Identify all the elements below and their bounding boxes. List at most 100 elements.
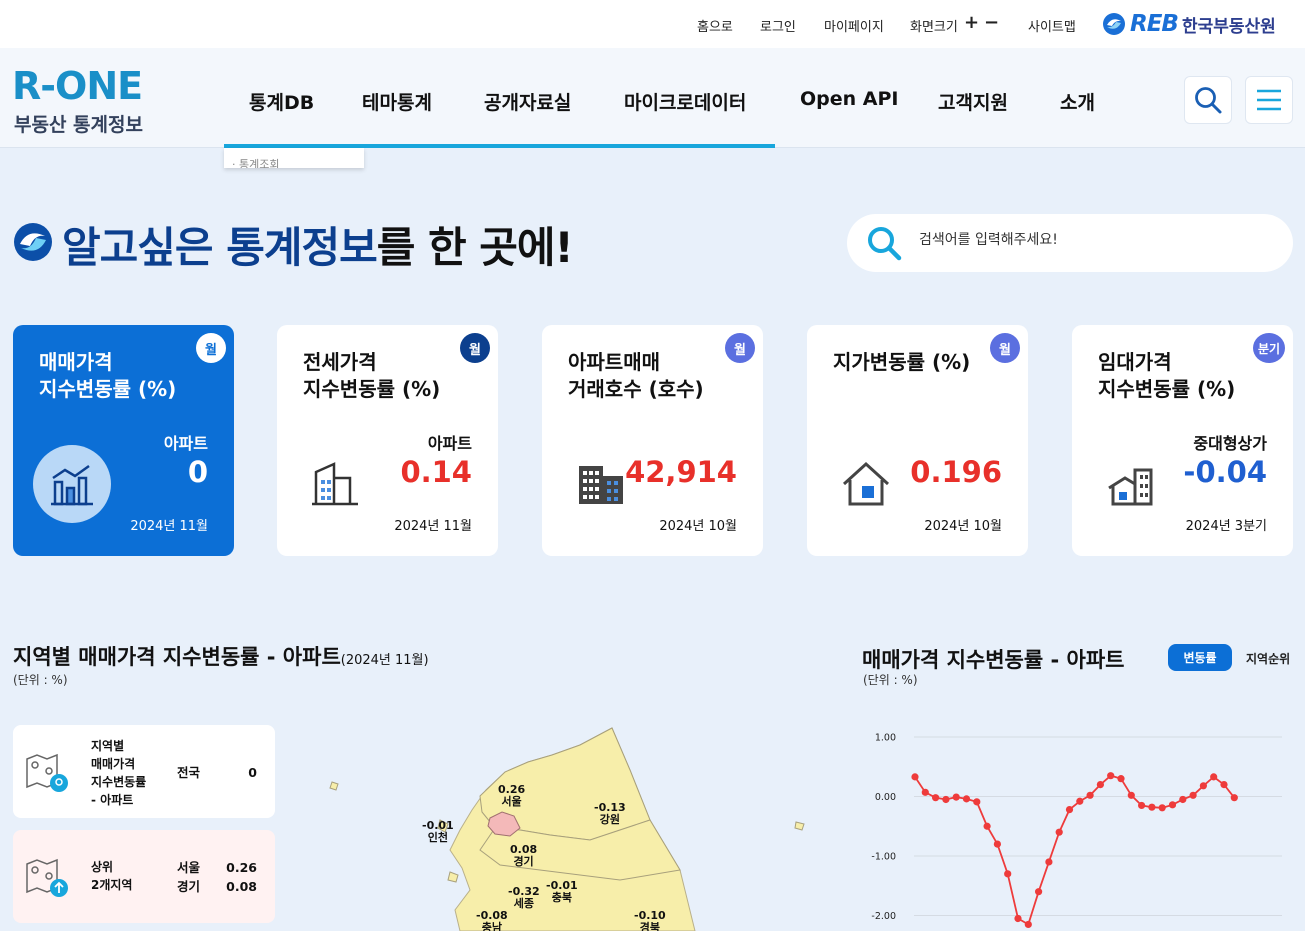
data-point[interactable] — [1117, 775, 1125, 783]
nav-theme-stats[interactable]: 테마통계 — [362, 88, 432, 115]
toggle-region-rank[interactable]: 지역순위 — [1246, 650, 1290, 667]
map-label-seoul[interactable]: 0.26 서울 — [498, 784, 525, 808]
data-point[interactable] — [1148, 803, 1156, 811]
hamburger-menu-icon — [1257, 89, 1281, 111]
data-point[interactable] — [1230, 794, 1238, 802]
data-point[interactable] — [1199, 782, 1207, 790]
card-value: 0.196 — [910, 455, 1002, 489]
top-regions-panel[interactable]: 상위 2개지역 서울 경기 0.26 0.08 — [13, 830, 275, 923]
card-land-price-change[interactable]: 지가변동률 (%) 월 0.196 2024년 10월 — [807, 325, 1028, 556]
card-value: 0.14 — [400, 455, 472, 489]
search-icon[interactable] — [865, 224, 905, 264]
regional-section-title: 지역별 매매가격 지수변동률 - 아파트(2024년 11월) — [13, 641, 429, 671]
hero-title-suffix: 를 한 곳에! — [376, 223, 574, 272]
data-point[interactable] — [1004, 870, 1012, 878]
hero-search-input[interactable] — [919, 232, 1269, 248]
hero-title: 알고싶은 통계정보를 한 곳에! — [62, 214, 574, 275]
nav-open-library[interactable]: 공개자료실 — [484, 88, 571, 115]
card-sale-price-index[interactable]: 매매가격 지수변동률 (%) 월 아파트 0 2024년 11월 — [13, 325, 234, 556]
card-title: 전세가격 지수변동률 (%) — [303, 350, 441, 401]
panel-regions: 서울 경기 — [177, 858, 200, 896]
reb-name: 한국부동산원 — [1181, 16, 1276, 37]
map-label-incheon[interactable]: -0.01 인천 — [422, 820, 454, 844]
home-link[interactable]: 홈으로 — [697, 16, 733, 35]
data-point[interactable] — [942, 795, 950, 804]
dropdown-item[interactable]: · 통계조회 — [232, 158, 279, 168]
header-menu-button[interactable] — [1245, 76, 1293, 124]
toggle-change-rate[interactable]: 변동률 — [1168, 644, 1232, 671]
data-point[interactable] — [1179, 795, 1187, 804]
korea-map[interactable]: 0.26 서울 -0.01 인천 -0.13 강원 0.08 경기 -0.32 세종 -0… — [290, 700, 830, 931]
data-point[interactable] — [1107, 772, 1115, 780]
nav-open-api[interactable]: Open API — [800, 88, 898, 110]
data-point[interactable] — [1086, 791, 1094, 799]
sitemap-link[interactable]: 사이트맵 — [1028, 16, 1076, 35]
panel-values: 0.26 0.08 — [226, 858, 257, 896]
hero-search-box[interactable] — [847, 214, 1293, 272]
data-point[interactable] — [983, 822, 991, 830]
nav-customer-support[interactable]: 고객지원 — [938, 88, 1008, 115]
r-one-logo[interactable]: R-ONE — [12, 64, 143, 108]
card-date: 2024년 11월 — [130, 519, 208, 534]
data-point[interactable] — [1220, 781, 1228, 789]
trend-line-chart: 1.00 0.00 -1.00 -2.00 — [871, 733, 1282, 929]
data-point[interactable] — [1055, 828, 1063, 836]
zoom-out-icon[interactable]: − — [984, 12, 999, 33]
card-rent-price-index[interactable]: 임대가격 지수변동률 (%) 분기 중대형상가 -0.04 2024년 3분기 — [1072, 325, 1293, 556]
login-link[interactable]: 로그인 — [760, 16, 796, 35]
data-point[interactable] — [1076, 797, 1084, 805]
data-point[interactable] — [962, 795, 971, 803]
logo-subtitle: 부동산 통계정보 — [14, 114, 143, 136]
header-search-button[interactable] — [1184, 76, 1232, 124]
data-point[interactable] — [932, 794, 940, 802]
data-point[interactable] — [1158, 804, 1166, 812]
map-region: 충남 — [481, 921, 502, 931]
mypage-link[interactable]: 마이페이지 — [824, 16, 884, 35]
data-point[interactable] — [973, 798, 981, 806]
map-label-gyeongbuk[interactable]: -0.10 경북 — [634, 910, 666, 931]
panel-label: 상위 2개지역 — [91, 860, 133, 892]
card-apartment-transactions[interactable]: 아파트매매 거래호수 (호수) 월 42,914 2024년 10월 — [542, 325, 763, 556]
data-point[interactable] — [1210, 773, 1218, 781]
data-point[interactable] — [921, 788, 929, 796]
data-point[interactable] — [1138, 801, 1146, 810]
card-subtitle: 아파트 — [163, 434, 208, 453]
period-badge: 월 — [990, 333, 1020, 363]
map-label-gangwon[interactable]: -0.13 강원 — [594, 802, 626, 826]
card-jeonse-price-index[interactable]: 전세가격 지수변동률 (%) 월 아파트 0.14 2024년 11월 — [277, 325, 498, 556]
data-point[interactable] — [993, 840, 1001, 848]
utility-bar: 홈으로 로그인 마이페이지 화면크기 + − 사이트맵 REB 한국부동산원 — [0, 0, 1305, 48]
y-tick-label: -1.00 — [871, 852, 896, 863]
data-point[interactable] — [1045, 858, 1053, 866]
map-label-gyeonggi[interactable]: 0.08 경기 — [510, 844, 537, 868]
data-point[interactable] — [911, 773, 919, 781]
data-point[interactable] — [1096, 781, 1104, 789]
hero-title-highlight: 통계정보 — [226, 223, 378, 272]
data-point[interactable] — [1065, 805, 1074, 814]
y-tick-label: 1.00 — [875, 733, 896, 744]
data-point[interactable] — [1024, 920, 1032, 929]
trend-unit: (단위 : %) — [863, 673, 918, 687]
nav-stat-db[interactable]: 통계DB — [249, 88, 314, 115]
data-point[interactable] — [1189, 791, 1197, 799]
zoom-in-icon[interactable]: + — [964, 12, 979, 33]
panel-value: 0 — [248, 765, 257, 780]
nav-dropdown[interactable]: · 통계조회 — [224, 148, 364, 168]
main-header: R-ONE 부동산 통계정보 통계DB 테마통계 공개자료실 마이크로데이터 O… — [0, 48, 1305, 148]
card-subtitle: 중대형상가 — [1193, 434, 1267, 453]
data-point[interactable] — [1168, 801, 1177, 809]
nav-microdata[interactable]: 마이크로데이터 — [624, 88, 746, 115]
reb-logo[interactable]: REB 한국부동산원 — [1102, 11, 1276, 37]
map-label-chungnam[interactable]: -0.08 충남 — [476, 910, 508, 931]
map-label-chungbuk[interactable]: -0.01 충북 — [546, 880, 578, 904]
nav-about[interactable]: 소개 — [1060, 88, 1095, 115]
data-point[interactable] — [1127, 791, 1135, 799]
period-badge: 월 — [725, 333, 755, 363]
reb-mark: REB — [1130, 11, 1179, 37]
panel-label: 지역별 매매가격 지수변동률 - 아파트 — [91, 739, 147, 807]
data-point[interactable] — [1014, 914, 1022, 923]
data-point[interactable] — [1035, 888, 1043, 896]
data-point[interactable] — [952, 793, 960, 801]
regional-summary-panel[interactable]: 지역별 매매가격 지수변동률 - 아파트 전국 0 — [13, 725, 275, 818]
map-label-sejong[interactable]: -0.32 세종 — [508, 886, 540, 910]
